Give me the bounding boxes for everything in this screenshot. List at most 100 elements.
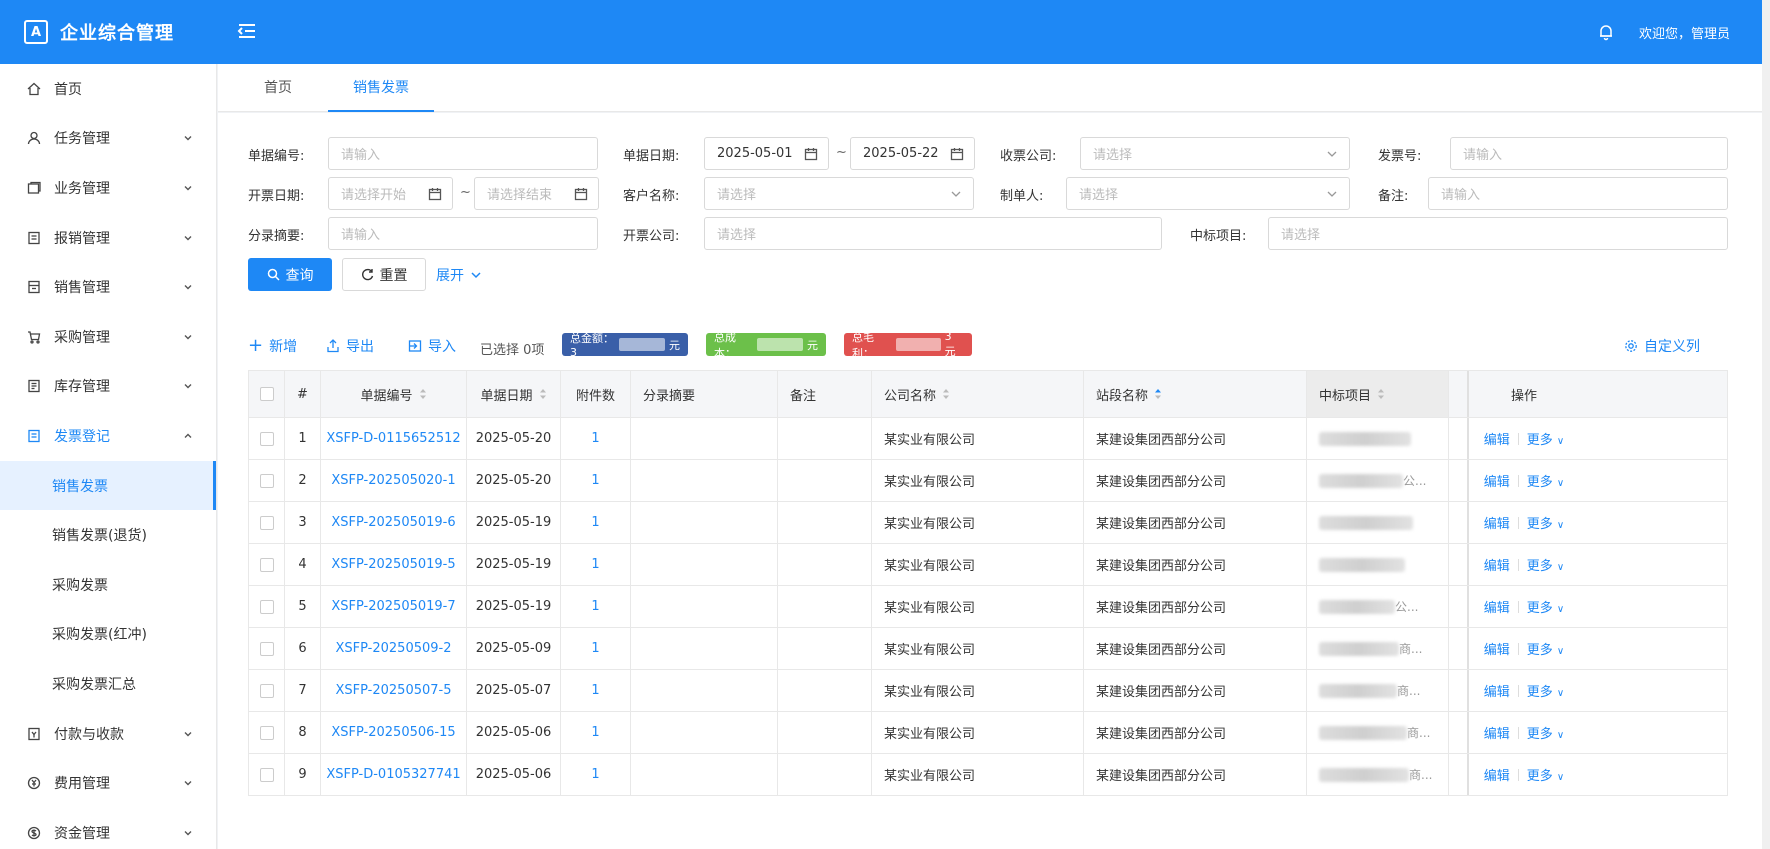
sidebar-subitem-sales-invoice-return[interactable]: 销售发票(退货): [0, 510, 216, 560]
cell-attachments-link[interactable]: 1: [561, 502, 631, 543]
more-dropdown[interactable]: 更多 ∨: [1527, 723, 1564, 742]
issuer-select[interactable]: 请选择: [704, 217, 1162, 250]
sidebar-subitem-purchase-invoice-summary[interactable]: 采购发票汇总: [0, 659, 216, 709]
more-dropdown[interactable]: 更多 ∨: [1527, 597, 1564, 616]
row-checkbox[interactable]: [259, 767, 274, 782]
sidebar-item-reimbursement[interactable]: 报销管理: [0, 213, 216, 263]
edit-link[interactable]: 编辑: [1484, 765, 1510, 784]
sidebar-item-expenses[interactable]: 费用管理: [0, 758, 216, 808]
sidebar-item-payments[interactable]: 付款与收款: [0, 709, 216, 759]
cell-doc-no-link[interactable]: XSFP-20250509-2: [321, 628, 467, 669]
sidebar-item-invoice-register[interactable]: 发票登记: [0, 411, 216, 461]
bell-icon[interactable]: [1597, 23, 1615, 41]
col-doc-no[interactable]: 单据编号: [321, 371, 467, 417]
edit-link[interactable]: 编辑: [1484, 723, 1510, 742]
sidebar-subitem-sales-invoice[interactable]: 销售发票: [0, 460, 216, 511]
edit-link[interactable]: 编辑: [1484, 429, 1510, 448]
cell-attachments-link[interactable]: 1: [561, 544, 631, 585]
customer-select[interactable]: 请选择: [704, 177, 974, 210]
sidebar-item-purchase[interactable]: 采购管理: [0, 312, 216, 362]
sidebar-subitem-purchase-invoice-red[interactable]: 采购发票(红冲): [0, 610, 216, 660]
more-dropdown[interactable]: 更多 ∨: [1527, 765, 1564, 784]
select-all-checkbox[interactable]: [259, 387, 274, 401]
doc-date-start-input[interactable]: 2025-05-01: [704, 137, 829, 170]
row-checkbox[interactable]: [259, 599, 274, 614]
custom-columns-button[interactable]: 自定义列: [1624, 336, 1700, 356]
table-row[interactable]: 8 XSFP-20250506-15 2025-05-06 1 某实业有限公司 …: [248, 712, 1728, 754]
table-row[interactable]: 3 XSFP-202505019-6 2025-05-19 1 某实业有限公司 …: [248, 502, 1728, 544]
cell-doc-no-link[interactable]: XSFP-20250507-5: [321, 670, 467, 711]
receive-company-select[interactable]: 请选择: [1080, 137, 1350, 170]
cell-attachments-link[interactable]: 1: [561, 418, 631, 459]
row-checkbox[interactable]: [259, 431, 274, 446]
row-checkbox[interactable]: [259, 683, 274, 698]
row-checkbox[interactable]: [259, 557, 274, 572]
cell-attachments-link[interactable]: 1: [561, 586, 631, 627]
row-checkbox[interactable]: [259, 515, 274, 530]
col-company[interactable]: 公司名称: [872, 371, 1084, 417]
invoice-no-input[interactable]: 请输入: [1450, 137, 1728, 170]
col-section[interactable]: 站段名称: [1084, 371, 1307, 417]
table-row[interactable]: 7 XSFP-20250507-5 2025-05-07 1 某实业有限公司 某…: [248, 670, 1728, 712]
edit-link[interactable]: 编辑: [1484, 639, 1510, 658]
col-project[interactable]: 中标项目: [1307, 371, 1449, 417]
sidebar-item-inventory[interactable]: 库存管理: [0, 362, 216, 412]
cell-attachments-link[interactable]: 1: [561, 712, 631, 753]
table-row[interactable]: 1 XSFP-D-0115652512 2025-05-20 1 某实业有限公司…: [248, 418, 1728, 460]
edit-link[interactable]: 编辑: [1484, 681, 1510, 700]
import-button[interactable]: 导入: [408, 336, 456, 356]
edit-link[interactable]: 编辑: [1484, 513, 1510, 532]
edit-link[interactable]: 编辑: [1484, 597, 1510, 616]
reset-button[interactable]: 重置: [342, 258, 426, 291]
table-row[interactable]: 6 XSFP-20250509-2 2025-05-09 1 某实业有限公司 某…: [248, 628, 1728, 670]
cell-doc-no-link[interactable]: XSFP-D-0105327741: [321, 754, 467, 795]
col-doc-date[interactable]: 单据日期: [467, 371, 561, 417]
cell-doc-no-link[interactable]: XSFP-202505020-1: [321, 460, 467, 501]
invoice-date-end-input[interactable]: 请选择结束: [474, 177, 599, 210]
expand-button[interactable]: 展开: [432, 258, 486, 291]
doc-no-input[interactable]: 请输入: [328, 137, 598, 170]
row-checkbox[interactable]: [259, 641, 274, 656]
more-dropdown[interactable]: 更多 ∨: [1527, 471, 1564, 490]
edit-link[interactable]: 编辑: [1484, 555, 1510, 574]
row-checkbox[interactable]: [259, 725, 274, 740]
more-dropdown[interactable]: 更多 ∨: [1527, 555, 1564, 574]
export-button[interactable]: 导出: [326, 336, 374, 356]
maker-select[interactable]: 请选择: [1066, 177, 1350, 210]
table-row[interactable]: 9 XSFP-D-0105327741 2025-05-06 1 某实业有限公司…: [248, 754, 1728, 796]
tab-home[interactable]: 首页: [248, 64, 308, 112]
table-row[interactable]: 2 XSFP-202505020-1 2025-05-20 1 某实业有限公司 …: [248, 460, 1728, 502]
sidebar-item-home[interactable]: 首页: [0, 64, 216, 114]
project-select[interactable]: 请选择: [1268, 217, 1728, 250]
cell-attachments-link[interactable]: 1: [561, 754, 631, 795]
cell-doc-no-link[interactable]: XSFP-D-0115652512: [321, 418, 467, 459]
remark-input[interactable]: 请输入: [1428, 177, 1728, 210]
more-dropdown[interactable]: 更多 ∨: [1527, 429, 1564, 448]
add-button[interactable]: + 新增: [248, 336, 297, 356]
cell-doc-no-link[interactable]: XSFP-20250506-15: [321, 712, 467, 753]
invoice-date-start-input[interactable]: 请选择开始: [328, 177, 453, 210]
sidebar-item-sales[interactable]: 销售管理: [0, 262, 216, 312]
summary-input[interactable]: 请输入: [328, 217, 598, 250]
row-checkbox[interactable]: [259, 473, 274, 488]
sidebar-subitem-purchase-invoice[interactable]: 采购发票: [0, 560, 216, 610]
doc-date-end-input[interactable]: 2025-05-22: [850, 137, 975, 170]
cell-doc-no-link[interactable]: XSFP-202505019-7: [321, 586, 467, 627]
search-button[interactable]: 查询: [248, 258, 332, 291]
cell-doc-no-link[interactable]: XSFP-202505019-5: [321, 544, 467, 585]
cell-attachments-link[interactable]: 1: [561, 628, 631, 669]
more-dropdown[interactable]: 更多 ∨: [1527, 513, 1564, 532]
menu-collapse-icon[interactable]: [236, 20, 258, 42]
cell-attachments-link[interactable]: 1: [561, 460, 631, 501]
sidebar-item-funds[interactable]: 资金管理: [0, 808, 216, 849]
edit-link[interactable]: 编辑: [1484, 471, 1510, 490]
tab-sales-invoice[interactable]: 销售发票: [328, 64, 434, 112]
sidebar-item-tasks[interactable]: 任务管理: [0, 114, 216, 164]
cell-doc-no-link[interactable]: XSFP-202505019-6: [321, 502, 467, 543]
cell-attachments-link[interactable]: 1: [561, 670, 631, 711]
table-row[interactable]: 4 XSFP-202505019-5 2025-05-19 1 某实业有限公司 …: [248, 544, 1728, 586]
more-dropdown[interactable]: 更多 ∨: [1527, 639, 1564, 658]
table-row[interactable]: 5 XSFP-202505019-7 2025-05-19 1 某实业有限公司 …: [248, 586, 1728, 628]
sidebar-item-business[interactable]: 业务管理: [0, 163, 216, 213]
page-scrollbar[interactable]: [1762, 0, 1770, 849]
